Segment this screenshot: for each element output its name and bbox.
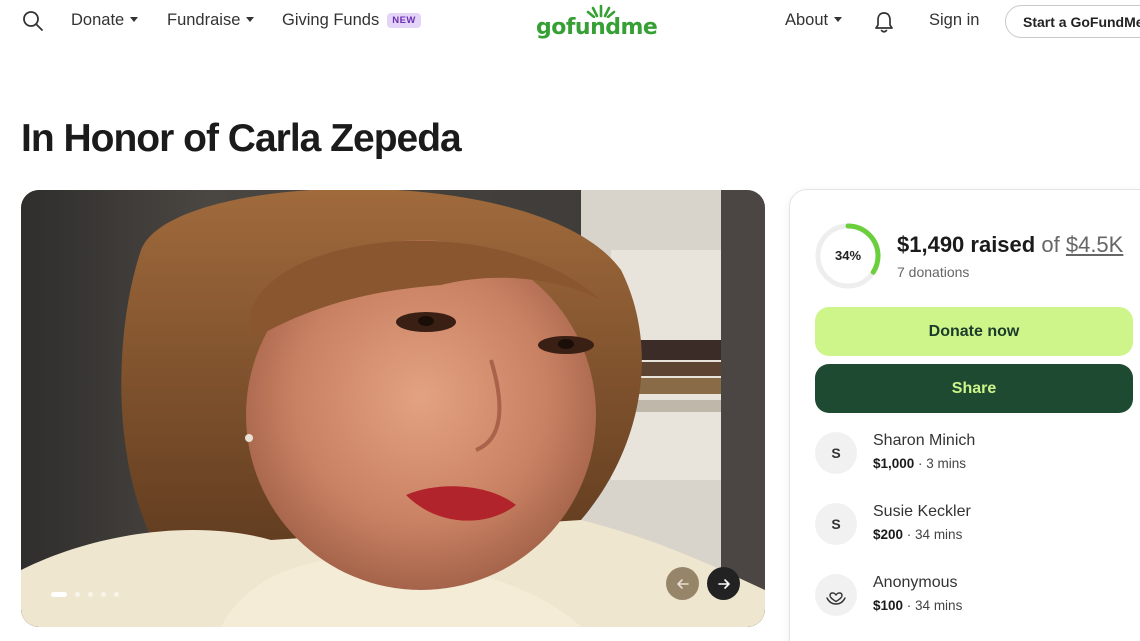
donor-amount: $1,000 <box>873 456 915 471</box>
arrow-left-icon <box>676 578 689 589</box>
nav-donate-menu[interactable]: Donate <box>71 11 139 30</box>
nav-donate-label: Donate <box>71 11 125 29</box>
page-title: In Honor of Carla Zepeda <box>21 117 462 160</box>
donor-amount: $200 <box>873 527 904 542</box>
sign-in-link[interactable]: Sign in <box>929 11 979 30</box>
donor-list-item: Anonymous $100 · 34 mins <box>815 574 1135 618</box>
raised-amount: $1,490 raised <box>897 232 1036 257</box>
start-gofundme-button[interactable]: Start a GoFundMe <box>1005 5 1140 38</box>
logo-text: gofundme <box>536 15 658 40</box>
nav-fundraise-label: Fundraise <box>167 11 241 29</box>
chevron-down-icon <box>246 17 255 22</box>
carousel-dot[interactable] <box>88 592 93 597</box>
nav-about-label: About <box>785 11 829 29</box>
carousel-next-button[interactable] <box>707 567 740 600</box>
donor-name: Susie Keckler <box>873 503 971 520</box>
campaign-photo-carousel[interactable] <box>21 190 765 627</box>
donor-list-item: S Sharon Minich $1,000 · 3 mins <box>815 432 1135 476</box>
donor-time: 3 mins <box>926 456 967 471</box>
goal-amount-link[interactable]: $4.5K <box>1066 232 1124 257</box>
amount-raised: $1,490 raised of $4.5K <box>897 232 1123 258</box>
donor-time: 34 mins <box>915 598 963 613</box>
top-navigation: Donate Fundraise Giving Funds NEW gofund… <box>0 0 1140 44</box>
nav-giving-funds-link[interactable]: Giving Funds NEW <box>282 11 421 30</box>
avatar: S <box>815 503 857 545</box>
donation-count[interactable]: 7 donations <box>897 264 969 280</box>
carousel-dot[interactable] <box>51 592 67 597</box>
progress-percent: 34% <box>834 248 862 263</box>
nav-about-menu[interactable]: About <box>785 11 843 30</box>
raised-of: of <box>1041 232 1060 257</box>
heart-hand-icon <box>826 592 846 605</box>
donor-name: Sharon Minich <box>873 432 976 449</box>
avatar <box>815 574 857 616</box>
carousel-dots <box>51 592 119 597</box>
donor-meta: $200 · 34 mins <box>873 527 963 542</box>
gofundme-logo[interactable]: gofundme <box>536 4 658 40</box>
arrow-right-icon <box>717 578 730 589</box>
donor-name: Anonymous <box>873 574 958 591</box>
share-button[interactable]: Share <box>815 364 1133 413</box>
carousel-dot[interactable] <box>101 592 106 597</box>
chevron-down-icon <box>130 17 139 22</box>
carousel-prev-button[interactable] <box>666 567 699 600</box>
donor-meta: $1,000 · 3 mins <box>873 456 967 471</box>
donate-now-button[interactable]: Donate now <box>815 307 1133 356</box>
donor-meta: $100 · 34 mins <box>873 598 963 613</box>
new-badge: NEW <box>387 13 421 28</box>
chevron-down-icon <box>834 17 843 22</box>
nav-fundraise-menu[interactable]: Fundraise <box>167 11 255 30</box>
avatar: S <box>815 432 857 474</box>
donor-amount: $100 <box>873 598 904 613</box>
donor-time: 34 mins <box>915 527 963 542</box>
donor-list-item: S Susie Keckler $200 · 34 mins <box>815 503 1135 547</box>
carousel-dot[interactable] <box>114 592 119 597</box>
campaign-photo <box>21 190 765 627</box>
search-icon[interactable] <box>22 10 46 34</box>
carousel-dot[interactable] <box>75 592 80 597</box>
bell-icon[interactable] <box>873 10 895 34</box>
nav-giving-funds-label: Giving Funds <box>282 11 380 29</box>
